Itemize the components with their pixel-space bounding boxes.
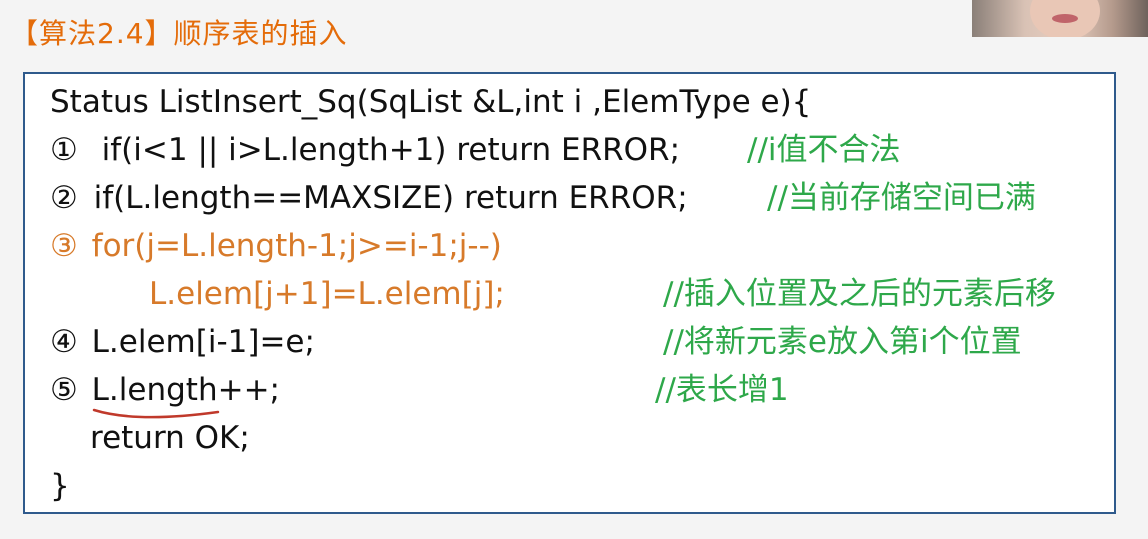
code-text-4: L.elem[i-1]=e; bbox=[91, 324, 315, 360]
step-number-1: ① bbox=[50, 132, 78, 168]
step-number-5: ⑤ bbox=[50, 372, 78, 408]
code-close-brace: } bbox=[50, 468, 70, 504]
presenter-video-thumbnail bbox=[972, 0, 1148, 37]
code-comment-2: //当前存储空间已满 bbox=[767, 180, 1036, 216]
code-line-3: ③ for(j=L.length-1;j>=i-1;j--) bbox=[50, 228, 502, 264]
step-number-3: ③ bbox=[50, 228, 78, 264]
code-line-4: ④ L.elem[i-1]=e; bbox=[50, 324, 315, 360]
code-comment-4: //将新元素e放入第i个位置 bbox=[663, 324, 1022, 360]
code-signature: Status ListInsert_Sq(SqList &L,int i ,El… bbox=[50, 84, 812, 120]
step-number-4: ④ bbox=[50, 324, 78, 360]
step-number-2: ② bbox=[50, 180, 78, 216]
code-comment-5: //表长增1 bbox=[655, 372, 789, 408]
code-text-2: if(L.length==MAXSIZE) return ERROR; bbox=[93, 180, 688, 216]
code-comment-3b: //插入位置及之后的元素后移 bbox=[663, 276, 1056, 312]
code-text-3: for(j=L.length-1;j>=i-1;j--) bbox=[91, 228, 502, 264]
code-comment-1: //i值不合法 bbox=[747, 132, 901, 168]
code-return-line: return OK; bbox=[90, 420, 250, 456]
code-box: Status ListInsert_Sq(SqList &L,int i ,El… bbox=[23, 72, 1116, 514]
code-line-2: ② if(L.length==MAXSIZE) return ERROR; bbox=[50, 180, 688, 216]
slide-title: 【算法2.4】顺序表的插入 bbox=[10, 17, 348, 50]
code-line-3b: L.elem[j+1]=L.elem[j]; bbox=[149, 276, 505, 312]
presenter-lips bbox=[1052, 14, 1078, 23]
code-text-1: if(i<1 || i>L.length+1) return ERROR; bbox=[101, 132, 681, 168]
code-line-1: ① if(i<1 || i>L.length+1) return ERROR; bbox=[50, 132, 680, 168]
